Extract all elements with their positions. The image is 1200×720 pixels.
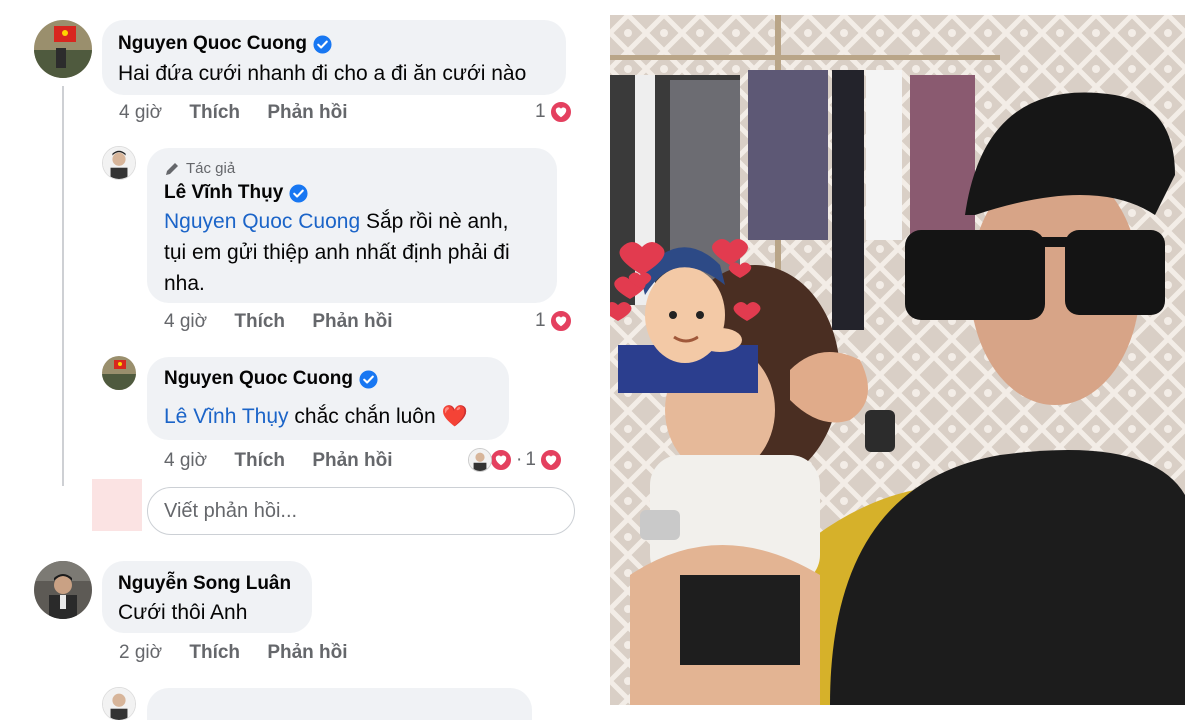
reply-button[interactable]: Phản hồi xyxy=(312,450,392,472)
reaction-summary[interactable]: 1 xyxy=(535,309,573,333)
comment-meta: 4 giờ Thích Phản hồi xyxy=(164,450,393,472)
reaction-count: 1 xyxy=(535,310,546,331)
like-button[interactable]: Thích xyxy=(234,450,285,472)
sunglasses-icon xyxy=(905,230,1165,320)
reply-input[interactable] xyxy=(147,487,575,535)
like-button[interactable]: Thích xyxy=(189,102,240,124)
like-button[interactable]: Thích xyxy=(189,642,240,664)
comment-author[interactable]: Nguyen Quoc Cuong xyxy=(118,33,332,55)
verified-badge-icon xyxy=(359,369,378,389)
reaction-summary[interactable]: · 1 xyxy=(468,448,563,472)
reaction-separator: · xyxy=(516,449,523,470)
heart-icon xyxy=(548,309,573,333)
avatar-nguyen-song-luan[interactable] xyxy=(34,561,92,619)
avatar-le-vinh-thuy[interactable] xyxy=(102,146,136,180)
current-user-avatar-placeholder xyxy=(92,479,142,531)
comment-text: Lê Vĩnh Thụy chắc chắn luôn ❤️ xyxy=(164,405,468,428)
comment-time[interactable]: 4 giờ xyxy=(119,102,162,124)
comment-meta: 2 giờ Thích Phản hồi xyxy=(119,642,348,664)
comment-author[interactable]: Nguyen Quoc Cuong xyxy=(164,368,378,390)
comment-meta: 4 giờ Thích Phản hồi xyxy=(119,102,348,124)
comment-time[interactable]: 2 giờ xyxy=(119,642,162,664)
comment-author[interactable]: Lê Vĩnh Thụy xyxy=(164,182,308,204)
comment-time[interactable]: 4 giờ xyxy=(164,450,207,472)
verified-badge-icon xyxy=(289,183,308,203)
heart-icon xyxy=(489,448,513,472)
post-photo[interactable] xyxy=(610,15,1185,705)
mention-link[interactable]: Lê Vĩnh Thụy xyxy=(164,405,289,428)
reactor-avatar xyxy=(468,448,492,472)
heart-icon xyxy=(538,448,563,472)
red-heart-emoji: ❤️ xyxy=(441,405,468,428)
comment-meta: 4 giờ Thích Phản hồi xyxy=(164,311,393,333)
avatar-nguyen-quoc-cuong[interactable] xyxy=(102,356,136,390)
avatar-nguyen-quoc-cuong[interactable] xyxy=(34,20,92,78)
comment-author[interactable]: Nguyễn Song Luân xyxy=(118,573,291,595)
mention-link[interactable]: Nguyen Quoc Cuong xyxy=(164,210,360,233)
thread-line xyxy=(62,86,64,486)
heart-icon xyxy=(548,100,573,124)
reaction-count: 1 xyxy=(525,449,536,470)
reaction-summary[interactable]: 1 xyxy=(535,100,573,124)
comment-time[interactable]: 4 giờ xyxy=(164,311,207,333)
comment-text: Nguyen Quoc Cuong Sắp rồi nè anh, tụi em… xyxy=(164,210,510,295)
reply-button[interactable]: Phản hồi xyxy=(267,642,347,664)
reaction-count: 1 xyxy=(535,101,546,122)
verified-badge-icon xyxy=(313,34,332,54)
comment-text: Hai đứa cưới nhanh đi cho a đi ăn cưới n… xyxy=(118,62,527,85)
author-tag: Tác giả xyxy=(164,160,235,177)
comment-thread: Nguyen Quoc Cuong Hai đứa cưới nhanh đi … xyxy=(0,0,600,720)
pen-icon xyxy=(166,162,178,175)
reply-button[interactable]: Phản hồi xyxy=(312,311,392,333)
avatar-le-vinh-thuy[interactable] xyxy=(102,687,136,720)
comment-text: Cưới thôi Anh xyxy=(118,601,248,624)
like-button[interactable]: Thích xyxy=(234,311,285,333)
comment-bubble xyxy=(147,688,532,720)
reply-button[interactable]: Phản hồi xyxy=(267,102,347,124)
